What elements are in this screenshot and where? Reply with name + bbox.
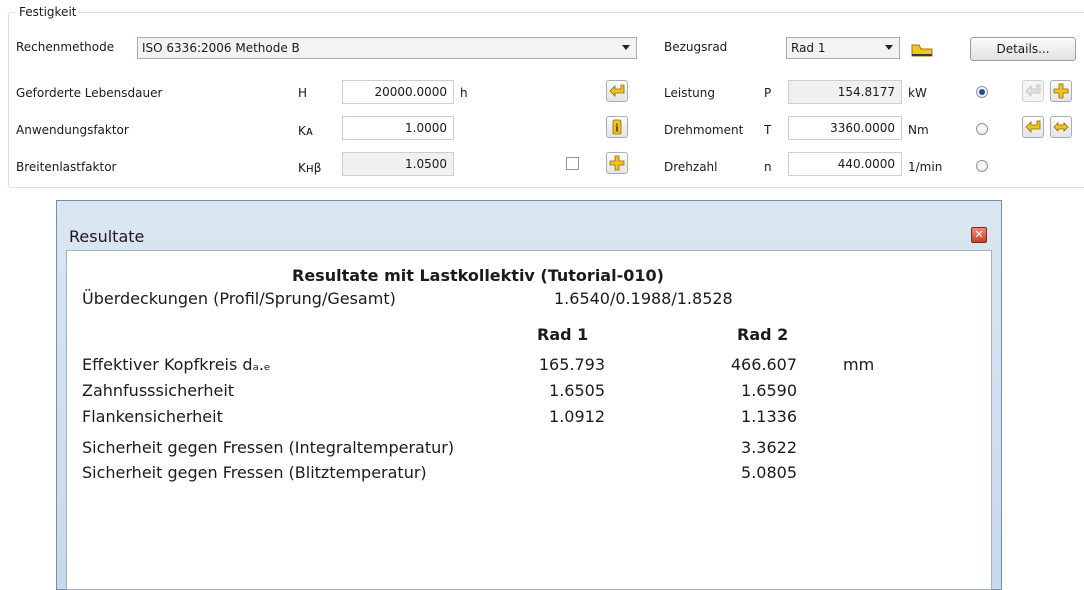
bezugsrad-value: Rad 1 [791, 41, 826, 55]
drehzahl-input[interactable]: 440.0000 [788, 152, 902, 176]
drehmoment-input[interactable]: 3360.0000 [788, 116, 902, 140]
leistung-label: Leistung [664, 86, 715, 100]
result-row-label: Sicherheit gegen Fressen (Integraltemper… [82, 438, 455, 457]
chevron-down-icon [622, 45, 630, 50]
drehmoment-unit: Nm [908, 123, 929, 137]
result-row-label: Sicherheit gegen Fressen (Blitztemperatu… [82, 463, 427, 482]
drehzahl-symbol: n [764, 160, 772, 174]
col-rad2-header: Rad 2 [737, 325, 789, 344]
anwendungsfaktor-label: Anwendungsfaktor [16, 123, 129, 137]
drehzahl-label: Drehzahl [664, 160, 718, 174]
result-row-rad1: 165.793 [538, 355, 605, 374]
close-icon[interactable]: ✕ [971, 227, 987, 243]
breitenlastfaktor-checkbox[interactable] [566, 157, 579, 170]
swap-arrows-icon[interactable] [1050, 116, 1072, 138]
group-title: Festigkeit [16, 5, 80, 19]
chevron-down-icon [885, 45, 893, 50]
rechenmethode-select[interactable]: ISO 6336:2006 Methode B [137, 37, 637, 59]
result-row-unit: mm [843, 355, 875, 374]
result-row-rad2: 1.1336 [741, 407, 797, 426]
resultate-window-title: Resultate [69, 227, 145, 246]
anwendungsfaktor-symbol: Kᴀ [298, 124, 313, 138]
result-row-label: Zahnfusssicherheit [82, 381, 235, 400]
lebensdauer-label: Geforderte Lebensdauer [16, 86, 163, 100]
bezugsrad-label: Bezugsrad [664, 40, 728, 54]
breitenlastfaktor-input[interactable]: 1.0500 [342, 152, 454, 176]
leistung-unit: kW [908, 86, 927, 100]
leistung-symbol: P [764, 86, 772, 100]
import-arrow-icon[interactable] [1022, 80, 1044, 102]
result-row-rad1: 1.6505 [549, 381, 605, 400]
svg-text:i: i [615, 124, 619, 135]
lebensdauer-unit: h [460, 86, 468, 100]
col-rad1-header: Rad 1 [537, 325, 589, 344]
details-button[interactable]: Details... [970, 37, 1076, 61]
drehmoment-label: Drehmoment [664, 123, 744, 137]
drehmoment-symbol: T [764, 123, 772, 137]
breitenlastfaktor-label: Breitenlastfaktor [16, 160, 117, 174]
anwendungsfaktor-input[interactable]: 1.0000 [342, 116, 454, 140]
results-heading: Resultate mit Lastkollektiv (Tutorial-01… [292, 266, 664, 285]
rechenmethode-value: ISO 6336:2006 Methode B [142, 41, 300, 55]
result-row-rad2: 5.0805 [741, 463, 797, 482]
breitenlastfaktor-symbol: Kʜβ [298, 161, 322, 175]
result-row-rad2: 466.607 [730, 355, 797, 374]
drehzahl-radio[interactable] [976, 160, 988, 172]
info-icon[interactable]: i [606, 116, 628, 138]
drehmoment-radio[interactable] [976, 123, 988, 135]
result-row-label: Flankensicherheit [82, 407, 223, 426]
overlap-value: 1.6540/0.1988/1.8528 [554, 289, 733, 308]
folder-icon[interactable] [910, 37, 934, 59]
result-row-rad2: 3.3622 [741, 438, 797, 457]
overlap-label: Überdeckungen (Profil/Sprung/Gesamt) [82, 289, 396, 308]
import-arrow-icon[interactable] [606, 80, 628, 102]
drehzahl-unit: 1/min [908, 160, 943, 174]
plus-icon[interactable] [606, 152, 628, 174]
plus-icon[interactable] [1050, 80, 1072, 102]
import-arrow-icon[interactable] [1022, 116, 1044, 138]
leistung-radio[interactable] [976, 86, 988, 98]
resultate-content: Resultate mit Lastkollektiv (Tutorial-01… [66, 250, 992, 590]
lebensdauer-input[interactable]: 20000.0000 [342, 80, 454, 104]
rechenmethode-label: Rechenmethode [16, 40, 115, 54]
result-row-rad1: 1.0912 [549, 407, 605, 426]
result-row-rad2: 1.6590 [741, 381, 797, 400]
bezugsrad-select[interactable]: Rad 1 [786, 37, 900, 59]
result-row-label: Effektiver Kopfkreis dₐ.ₑ [82, 355, 271, 374]
lebensdauer-symbol: H [298, 86, 308, 100]
leistung-input[interactable]: 154.8177 [788, 80, 902, 104]
resultate-window: Resultate ✕ Resultate mit Lastkollektiv … [56, 200, 1002, 590]
